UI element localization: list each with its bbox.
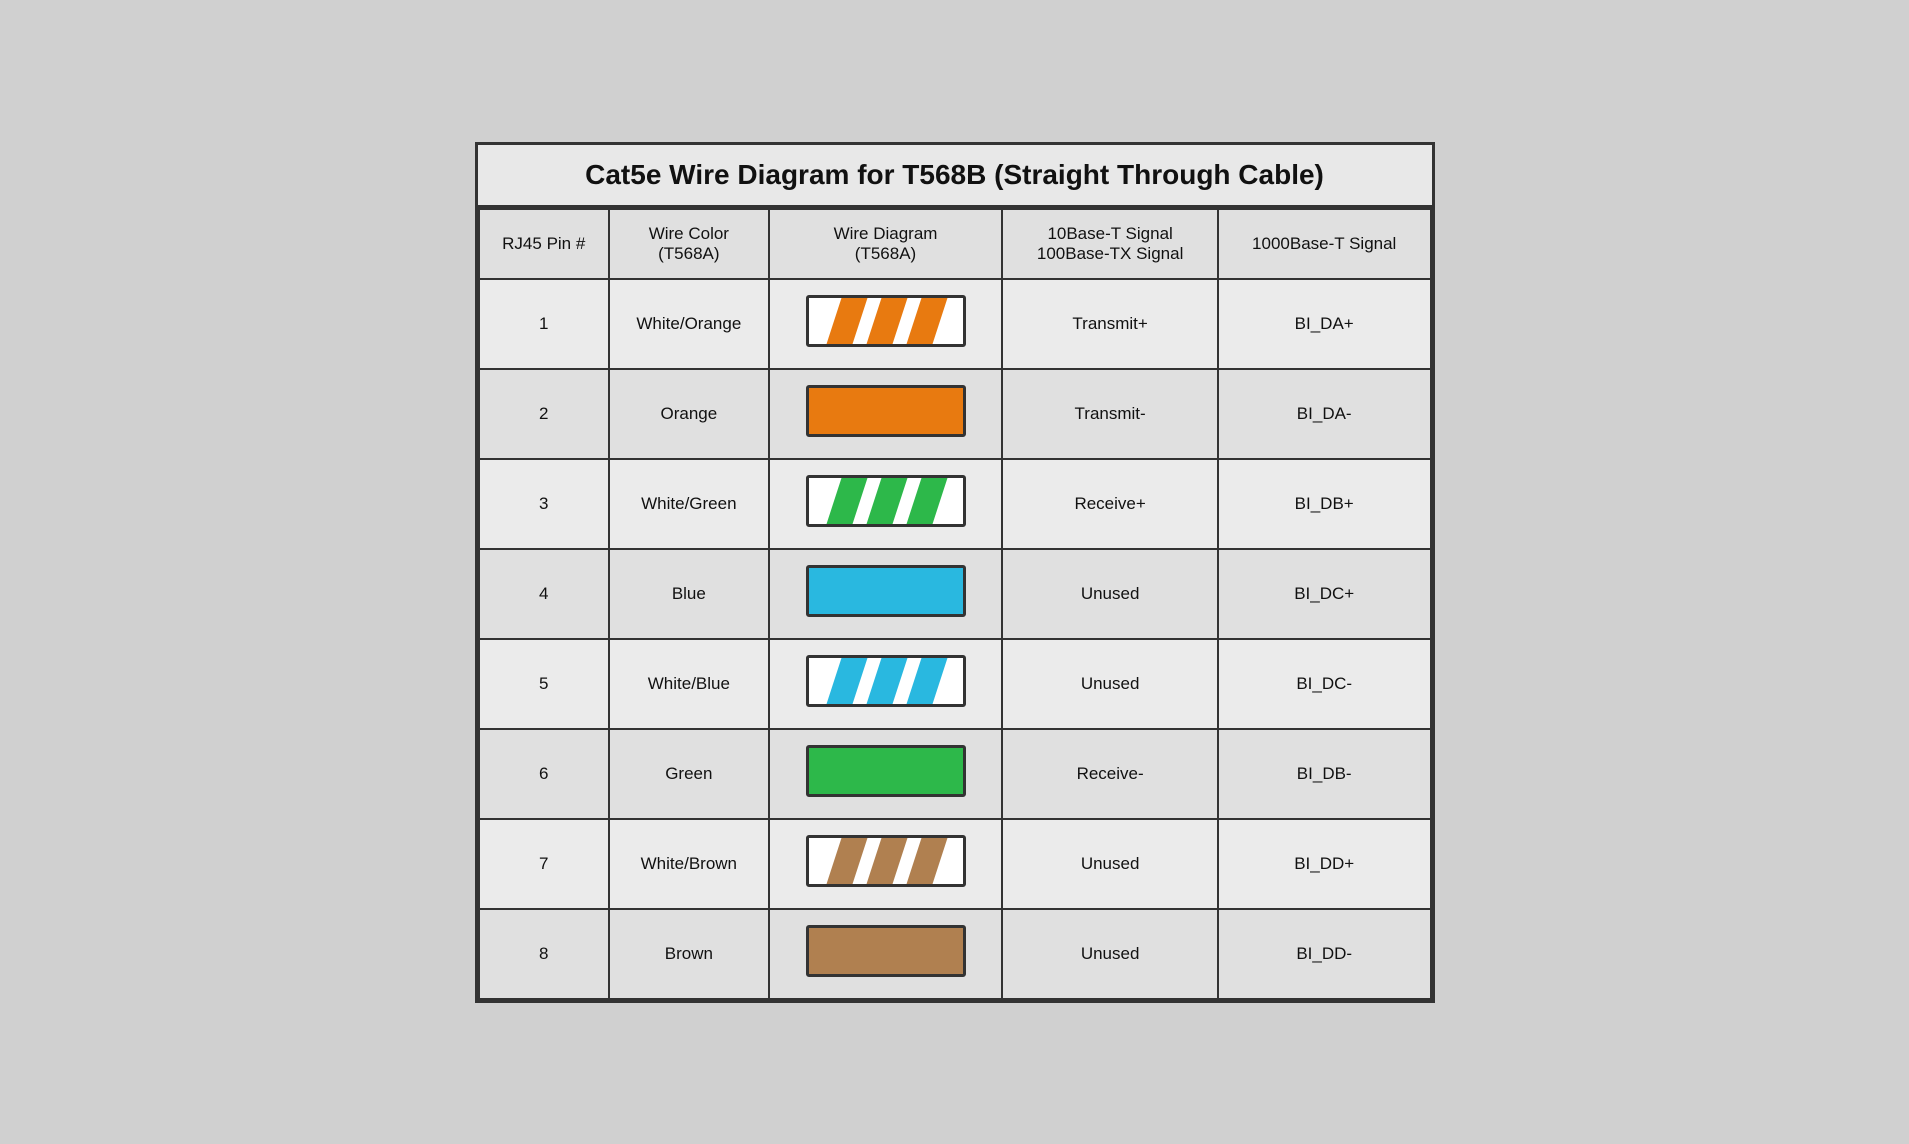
table-row: 4Blue UnusedBI_DC+: [479, 549, 1431, 639]
cell-color-name: White/Green: [609, 459, 769, 549]
cell-wire-diagram: [769, 549, 1003, 639]
cell-wire-diagram: [769, 819, 1003, 909]
cell-color-name: Blue: [609, 549, 769, 639]
cell-wire-diagram: [769, 459, 1003, 549]
cell-pin: 3: [479, 459, 610, 549]
cell-pin: 8: [479, 909, 610, 999]
header-signal-1000: 1000Base-T Signal: [1218, 209, 1431, 279]
cell-wire-diagram: [769, 639, 1003, 729]
wire-striped-bar: [806, 835, 966, 887]
cell-signal-100: Unused: [1002, 819, 1218, 909]
wire-stripe: [826, 838, 867, 884]
cell-color-name: White/Orange: [609, 279, 769, 369]
cell-pin: 6: [479, 729, 610, 819]
table-row: 7White/Brown UnusedBI_DD+: [479, 819, 1431, 909]
cell-signal-1000: BI_DA+: [1218, 279, 1431, 369]
table-row: 2Orange Transmit-BI_DA-: [479, 369, 1431, 459]
diagram-title: Cat5e Wire Diagram for T568B (Straight T…: [478, 145, 1432, 208]
wire-stripe: [826, 478, 867, 524]
cell-color-name: Brown: [609, 909, 769, 999]
wire-stripe: [866, 838, 907, 884]
wire-solid-bar: [806, 565, 966, 617]
wire-stripe: [866, 298, 907, 344]
wire-stripe: [866, 478, 907, 524]
cell-signal-1000: BI_DC-: [1218, 639, 1431, 729]
cell-wire-diagram: [769, 279, 1003, 369]
cell-wire-diagram: [769, 909, 1003, 999]
cell-signal-100: Receive+: [1002, 459, 1218, 549]
wire-stripe: [826, 658, 867, 704]
header-signal-100: 10Base-T Signal100Base-TX Signal: [1002, 209, 1218, 279]
cell-signal-1000: BI_DB+: [1218, 459, 1431, 549]
cell-signal-1000: BI_DA-: [1218, 369, 1431, 459]
table-row: 3White/Green Receive+BI_DB+: [479, 459, 1431, 549]
wire-solid-bar: [806, 385, 966, 437]
cell-color-name: Orange: [609, 369, 769, 459]
cell-pin: 1: [479, 279, 610, 369]
cell-color-name: White/Brown: [609, 819, 769, 909]
header-pin: RJ45 Pin #: [479, 209, 610, 279]
wire-table: RJ45 Pin # Wire Color(T568A) Wire Diagra…: [478, 208, 1432, 1000]
cell-signal-1000: BI_DD+: [1218, 819, 1431, 909]
wire-stripe: [826, 298, 867, 344]
cell-signal-100: Receive-: [1002, 729, 1218, 819]
diagram-container: Cat5e Wire Diagram for T568B (Straight T…: [475, 142, 1435, 1003]
cell-signal-100: Unused: [1002, 909, 1218, 999]
cell-pin: 7: [479, 819, 610, 909]
wire-striped-bar: [806, 475, 966, 527]
table-row: 8Brown UnusedBI_DD-: [479, 909, 1431, 999]
cell-signal-100: Transmit-: [1002, 369, 1218, 459]
wire-stripe: [906, 298, 947, 344]
wire-striped-bar: [806, 655, 966, 707]
wire-stripe: [906, 658, 947, 704]
wire-stripe: [906, 478, 947, 524]
header-wire-color: Wire Color(T568A): [609, 209, 769, 279]
header-wire-diagram: Wire Diagram(T568A): [769, 209, 1003, 279]
cell-color-name: Green: [609, 729, 769, 819]
cell-color-name: White/Blue: [609, 639, 769, 729]
cell-signal-1000: BI_DB-: [1218, 729, 1431, 819]
cell-signal-1000: BI_DC+: [1218, 549, 1431, 639]
wire-stripe: [906, 838, 947, 884]
cell-pin: 2: [479, 369, 610, 459]
cell-wire-diagram: [769, 369, 1003, 459]
cell-signal-1000: BI_DD-: [1218, 909, 1431, 999]
cell-pin: 5: [479, 639, 610, 729]
wire-striped-bar: [806, 295, 966, 347]
cell-pin: 4: [479, 549, 610, 639]
wire-solid-bar: [806, 745, 966, 797]
header-row: RJ45 Pin # Wire Color(T568A) Wire Diagra…: [479, 209, 1431, 279]
cell-signal-100: Transmit+: [1002, 279, 1218, 369]
table-row: 6Green Receive-BI_DB-: [479, 729, 1431, 819]
cell-wire-diagram: [769, 729, 1003, 819]
wire-solid-bar: [806, 925, 966, 977]
wire-stripe: [866, 658, 907, 704]
cell-signal-100: Unused: [1002, 639, 1218, 729]
table-row: 5White/Blue UnusedBI_DC-: [479, 639, 1431, 729]
cell-signal-100: Unused: [1002, 549, 1218, 639]
table-row: 1White/Orange Transmit+BI_DA+: [479, 279, 1431, 369]
